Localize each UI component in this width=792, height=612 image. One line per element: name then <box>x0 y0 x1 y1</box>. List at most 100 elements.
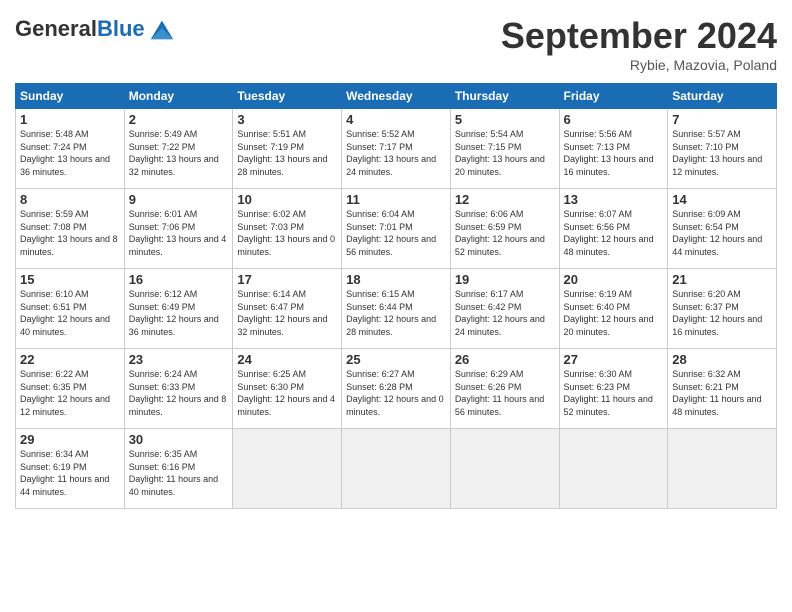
calendar-row: 8Sunrise: 5:59 AMSunset: 7:08 PMDaylight… <box>16 189 777 269</box>
day-info: Sunrise: 6:20 AMSunset: 6:37 PMDaylight:… <box>672 288 772 338</box>
day-number: 23 <box>129 352 229 367</box>
day-number: 29 <box>20 432 120 447</box>
col-monday: Monday <box>124 84 233 109</box>
day-info: Sunrise: 6:34 AMSunset: 6:19 PMDaylight:… <box>20 448 120 498</box>
day-cell: 18Sunrise: 6:15 AMSunset: 6:44 PMDayligh… <box>342 269 451 349</box>
day-cell: 24Sunrise: 6:25 AMSunset: 6:30 PMDayligh… <box>233 349 342 429</box>
logo-text: GeneralBlue <box>15 17 145 41</box>
day-cell: 27Sunrise: 6:30 AMSunset: 6:23 PMDayligh… <box>559 349 668 429</box>
day-cell: 15Sunrise: 6:10 AMSunset: 6:51 PMDayligh… <box>16 269 125 349</box>
day-info: Sunrise: 6:15 AMSunset: 6:44 PMDaylight:… <box>346 288 446 338</box>
day-number: 3 <box>237 112 337 127</box>
day-number: 25 <box>346 352 446 367</box>
day-number: 16 <box>129 272 229 287</box>
day-number: 10 <box>237 192 337 207</box>
day-info: Sunrise: 6:07 AMSunset: 6:56 PMDaylight:… <box>564 208 664 258</box>
day-cell: 5Sunrise: 5:54 AMSunset: 7:15 PMDaylight… <box>450 109 559 189</box>
day-cell: 26Sunrise: 6:29 AMSunset: 6:26 PMDayligh… <box>450 349 559 429</box>
day-info: Sunrise: 6:35 AMSunset: 6:16 PMDaylight:… <box>129 448 229 498</box>
day-info: Sunrise: 6:29 AMSunset: 6:26 PMDaylight:… <box>455 368 555 418</box>
day-info: Sunrise: 5:52 AMSunset: 7:17 PMDaylight:… <box>346 128 446 178</box>
title-section: September 2024 Rybie, Mazovia, Poland <box>501 15 777 73</box>
day-info: Sunrise: 6:22 AMSunset: 6:35 PMDaylight:… <box>20 368 120 418</box>
day-info: Sunrise: 6:25 AMSunset: 6:30 PMDaylight:… <box>237 368 337 418</box>
day-cell: 4Sunrise: 5:52 AMSunset: 7:17 PMDaylight… <box>342 109 451 189</box>
day-info: Sunrise: 6:04 AMSunset: 7:01 PMDaylight:… <box>346 208 446 258</box>
day-number: 8 <box>20 192 120 207</box>
day-info: Sunrise: 6:12 AMSunset: 6:49 PMDaylight:… <box>129 288 229 338</box>
day-number: 2 <box>129 112 229 127</box>
col-tuesday: Tuesday <box>233 84 342 109</box>
day-number: 17 <box>237 272 337 287</box>
day-cell: 17Sunrise: 6:14 AMSunset: 6:47 PMDayligh… <box>233 269 342 349</box>
day-cell: 25Sunrise: 6:27 AMSunset: 6:28 PMDayligh… <box>342 349 451 429</box>
day-cell: 21Sunrise: 6:20 AMSunset: 6:37 PMDayligh… <box>668 269 777 349</box>
day-info: Sunrise: 6:01 AMSunset: 7:06 PMDaylight:… <box>129 208 229 258</box>
logo-general: General <box>15 16 97 41</box>
col-friday: Friday <box>559 84 668 109</box>
day-info: Sunrise: 6:09 AMSunset: 6:54 PMDaylight:… <box>672 208 772 258</box>
day-cell: 3Sunrise: 5:51 AMSunset: 7:19 PMDaylight… <box>233 109 342 189</box>
day-number: 30 <box>129 432 229 447</box>
calendar-header-row: Sunday Monday Tuesday Wednesday Thursday… <box>16 84 777 109</box>
day-info: Sunrise: 6:02 AMSunset: 7:03 PMDaylight:… <box>237 208 337 258</box>
day-cell: 20Sunrise: 6:19 AMSunset: 6:40 PMDayligh… <box>559 269 668 349</box>
empty-cell <box>450 429 559 509</box>
day-cell: 23Sunrise: 6:24 AMSunset: 6:33 PMDayligh… <box>124 349 233 429</box>
day-number: 13 <box>564 192 664 207</box>
day-number: 28 <box>672 352 772 367</box>
day-info: Sunrise: 5:51 AMSunset: 7:19 PMDaylight:… <box>237 128 337 178</box>
calendar-table: Sunday Monday Tuesday Wednesday Thursday… <box>15 83 777 509</box>
day-number: 21 <box>672 272 772 287</box>
day-info: Sunrise: 5:49 AMSunset: 7:22 PMDaylight:… <box>129 128 229 178</box>
day-info: Sunrise: 6:24 AMSunset: 6:33 PMDaylight:… <box>129 368 229 418</box>
day-number: 26 <box>455 352 555 367</box>
day-cell: 16Sunrise: 6:12 AMSunset: 6:49 PMDayligh… <box>124 269 233 349</box>
day-number: 6 <box>564 112 664 127</box>
day-number: 27 <box>564 352 664 367</box>
day-number: 5 <box>455 112 555 127</box>
day-info: Sunrise: 6:30 AMSunset: 6:23 PMDaylight:… <box>564 368 664 418</box>
day-info: Sunrise: 6:06 AMSunset: 6:59 PMDaylight:… <box>455 208 555 258</box>
col-saturday: Saturday <box>668 84 777 109</box>
empty-cell <box>342 429 451 509</box>
day-number: 11 <box>346 192 446 207</box>
day-cell: 28Sunrise: 6:32 AMSunset: 6:21 PMDayligh… <box>668 349 777 429</box>
day-info: Sunrise: 5:56 AMSunset: 7:13 PMDaylight:… <box>564 128 664 178</box>
day-cell: 13Sunrise: 6:07 AMSunset: 6:56 PMDayligh… <box>559 189 668 269</box>
day-info: Sunrise: 6:10 AMSunset: 6:51 PMDaylight:… <box>20 288 120 338</box>
logo: GeneralBlue <box>15 15 175 43</box>
empty-cell <box>233 429 342 509</box>
month-title: September 2024 <box>501 15 777 57</box>
day-number: 12 <box>455 192 555 207</box>
day-number: 1 <box>20 112 120 127</box>
day-number: 9 <box>129 192 229 207</box>
day-cell: 12Sunrise: 6:06 AMSunset: 6:59 PMDayligh… <box>450 189 559 269</box>
col-wednesday: Wednesday <box>342 84 451 109</box>
day-info: Sunrise: 5:57 AMSunset: 7:10 PMDaylight:… <box>672 128 772 178</box>
calendar-row: 15Sunrise: 6:10 AMSunset: 6:51 PMDayligh… <box>16 269 777 349</box>
day-cell: 9Sunrise: 6:01 AMSunset: 7:06 PMDaylight… <box>124 189 233 269</box>
day-number: 24 <box>237 352 337 367</box>
logo-icon <box>147 15 175 43</box>
day-cell: 6Sunrise: 5:56 AMSunset: 7:13 PMDaylight… <box>559 109 668 189</box>
col-sunday: Sunday <box>16 84 125 109</box>
day-cell: 29Sunrise: 6:34 AMSunset: 6:19 PMDayligh… <box>16 429 125 509</box>
empty-cell <box>668 429 777 509</box>
calendar-row: 22Sunrise: 6:22 AMSunset: 6:35 PMDayligh… <box>16 349 777 429</box>
page-container: GeneralBlue September 2024 Rybie, Mazovi… <box>0 0 792 519</box>
day-info: Sunrise: 5:54 AMSunset: 7:15 PMDaylight:… <box>455 128 555 178</box>
day-cell: 7Sunrise: 5:57 AMSunset: 7:10 PMDaylight… <box>668 109 777 189</box>
day-info: Sunrise: 6:32 AMSunset: 6:21 PMDaylight:… <box>672 368 772 418</box>
day-info: Sunrise: 5:59 AMSunset: 7:08 PMDaylight:… <box>20 208 120 258</box>
logo-blue: Blue <box>97 16 145 41</box>
day-cell: 8Sunrise: 5:59 AMSunset: 7:08 PMDaylight… <box>16 189 125 269</box>
day-info: Sunrise: 6:14 AMSunset: 6:47 PMDaylight:… <box>237 288 337 338</box>
empty-cell <box>559 429 668 509</box>
day-cell: 19Sunrise: 6:17 AMSunset: 6:42 PMDayligh… <box>450 269 559 349</box>
day-cell: 14Sunrise: 6:09 AMSunset: 6:54 PMDayligh… <box>668 189 777 269</box>
day-cell: 22Sunrise: 6:22 AMSunset: 6:35 PMDayligh… <box>16 349 125 429</box>
day-number: 20 <box>564 272 664 287</box>
day-number: 18 <box>346 272 446 287</box>
day-cell: 10Sunrise: 6:02 AMSunset: 7:03 PMDayligh… <box>233 189 342 269</box>
